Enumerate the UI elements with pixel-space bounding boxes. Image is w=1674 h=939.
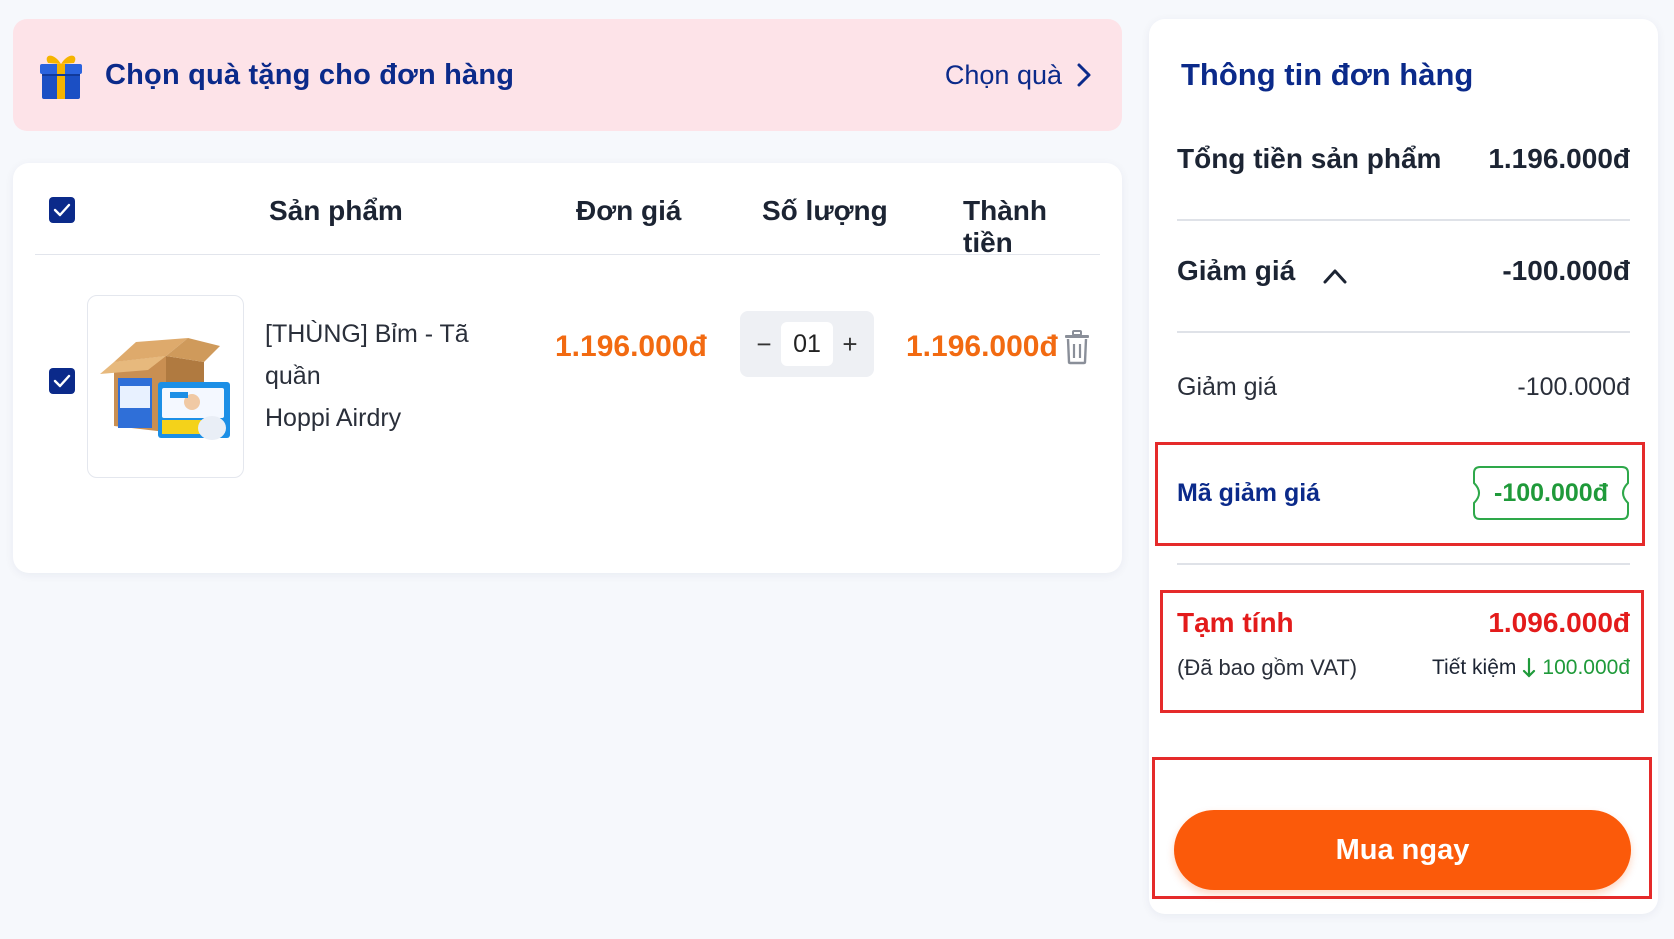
voucher-value: -100.000đ [1494, 478, 1608, 507]
column-header-product: Sản phẩm [269, 195, 403, 226]
product-name-line-2: Hoppi Airdry [265, 404, 402, 432]
diaper-box-image [99, 337, 230, 440]
unit-price: 1.196.000đ [555, 330, 707, 363]
choose-gift-link[interactable]: Chọn quà [945, 60, 1094, 91]
cart-table-header: Sản phẩm Đơn giá Số lượng Thành tiền [35, 163, 1100, 258]
saving-info: Tiết kiệm 100.000đ [1432, 656, 1630, 680]
saving-value: 100.000đ [1542, 656, 1630, 679]
discount-row[interactable]: Giảm giá -100.000đ [1177, 255, 1630, 287]
gift-banner-title: Chọn quà tặng cho đơn hàng [105, 58, 515, 91]
discount-toggle[interactable]: Giảm giá [1177, 255, 1348, 287]
choose-gift-label: Chọn quà [944, 59, 1062, 90]
divider [1177, 563, 1630, 565]
column-header-quantity: Số lượng [762, 195, 888, 226]
quantity-stepper: − 01 + [740, 311, 874, 377]
item-checkbox[interactable] [49, 368, 75, 394]
check-icon [53, 203, 71, 217]
quantity-decrease-button[interactable]: − [752, 329, 776, 360]
column-header-total: Thành tiền [963, 195, 1047, 258]
voucher-ticket[interactable]: -100.000đ [1472, 465, 1630, 521]
discount-value: -100.000đ [1502, 255, 1630, 286]
product-total-row: Tổng tiền sản phẩm 1.196.000đ [1177, 143, 1630, 175]
saving-label: Tiết kiệm [1432, 656, 1517, 679]
discount-detail-label: Giảm giá [1177, 373, 1278, 401]
voucher-row[interactable]: Mã giảm giá -100.000đ [1177, 465, 1630, 521]
buy-now-button[interactable]: Mua ngay [1174, 810, 1631, 890]
divider [1177, 219, 1630, 221]
subtotal-row: Tạm tính 1.096.000đ [1177, 607, 1630, 639]
gift-banner: Chọn quà tặng cho đơn hàng Chọn quà [13, 19, 1122, 131]
product-total-label: Tổng tiền sản phẩm [1177, 143, 1442, 174]
vat-note: (Đã bao gồm VAT) [1177, 655, 1358, 680]
chevron-right-icon [1076, 61, 1094, 89]
subtotal-value: 1.096.000đ [1488, 607, 1630, 638]
product-total-value: 1.196.000đ [1488, 143, 1630, 174]
quantity-input[interactable]: 01 [781, 322, 833, 366]
arrow-down-icon [1523, 657, 1536, 678]
line-total-price: 1.196.000đ [906, 330, 1058, 363]
check-icon [53, 374, 71, 388]
discount-detail-row: Giảm giá -100.000đ [1177, 373, 1630, 402]
column-header-unit-price: Đơn giá [576, 195, 682, 226]
quantity-increase-button[interactable]: + [838, 329, 862, 360]
trash-icon[interactable] [1062, 329, 1092, 365]
order-summary-title: Thông tin đơn hàng [1181, 57, 1474, 92]
discount-label: Giảm giá [1177, 255, 1296, 286]
voucher-label: Mã giảm giá [1177, 478, 1321, 507]
subtotal-label: Tạm tính [1177, 607, 1294, 638]
cart-page: Chọn quà tặng cho đơn hàng Chọn quà Sản … [0, 0, 1674, 939]
cart-table: Sản phẩm Đơn giá Số lượng Thành tiền [TH… [13, 163, 1122, 573]
vat-row: (Đã bao gồm VAT) Tiết kiệm 100.000đ [1177, 655, 1630, 681]
gift-icon [39, 47, 87, 103]
discount-detail-value: -100.000đ [1517, 373, 1630, 401]
divider [1177, 331, 1630, 333]
chevron-up-icon[interactable] [1322, 267, 1348, 285]
cart-item-row: [THÙNG] Bỉm - Tã quần Hoppi Airdry 1.196… [13, 255, 1122, 555]
product-name-line-1: [THÙNG] Bỉm - Tã quần [265, 320, 469, 390]
product-image[interactable] [87, 295, 244, 478]
product-name[interactable]: [THÙNG] Bỉm - Tã quần Hoppi Airdry [265, 313, 525, 439]
order-summary-panel: Thông tin đơn hàng Tổng tiền sản phẩm 1.… [1149, 19, 1658, 914]
select-all-checkbox[interactable] [49, 197, 75, 223]
